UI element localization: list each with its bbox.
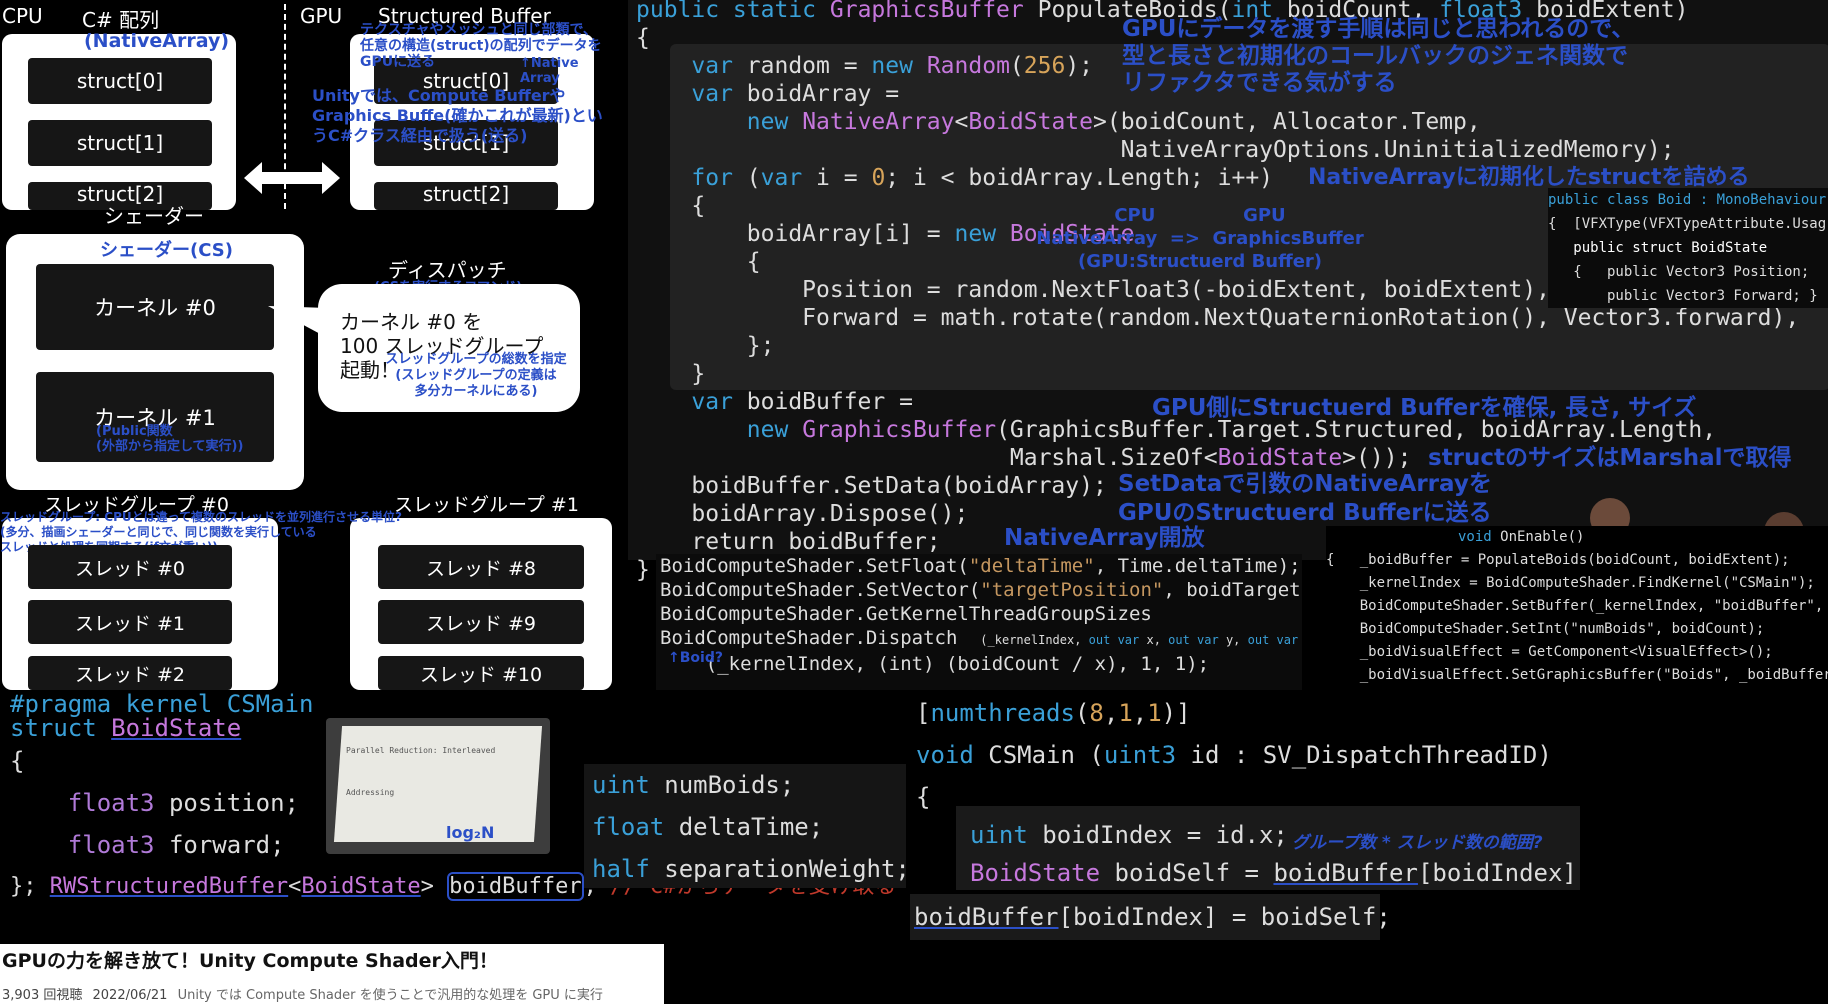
video-info: GPUの力を解き放て！Unity Compute Shader入門！ 3,903… <box>0 944 664 1004</box>
boid-class-line-0: public class Boid : MonoBehaviour <box>1548 192 1827 208</box>
dispatch-line-4: (_kernelIndex, (int) (boidCount / x), 1,… <box>660 653 1210 675</box>
dispatch-line-2: BoidComputeShader.GetKernelThreadGroupSi… <box>660 603 1152 625</box>
photo-title: Parallel Reduction: Interleaved Addressi… <box>346 746 496 797</box>
thread-right-1: スレッド #9 <box>378 600 584 644</box>
video-views: 3,903 回視聴 <box>2 988 83 1003</box>
boid-class-line-1: { [VFXType(VFXTypeAttribute.Usag <box>1548 216 1827 232</box>
onenable-line-1: { _boidBuffer = PopulateBoids(boidCount,… <box>1326 552 1790 568</box>
shader-label: シェーダー <box>104 204 204 228</box>
csmain-line-5: boidBuffer[boidIndex] = boidSelf; <box>914 903 1391 931</box>
code-boid-class: public class Boid : MonoBehaviour { [VFX… <box>1548 188 1828 308</box>
boid-class-line-4: public Vector3 Forward; } <box>1548 288 1818 304</box>
dispatch-line-3: BoidComputeShader.Dispatch (_kernelIndex… <box>660 627 1299 649</box>
note-boid: ↑Boid? <box>668 650 723 666</box>
code-dispatch: BoidComputeShader.SetFloat("deltaTime", … <box>656 554 1302 690</box>
code-onenable: void OnEnable() { _boidBuffer = Populate… <box>1326 526 1828 692</box>
thread-left-0: スレッド #0 <box>28 545 232 589</box>
struct-left-1: struct[1] <box>28 120 212 166</box>
code-line-5: NativeArrayOptions.UninitializedMemory); <box>636 137 1675 163</box>
boid-class-line-3: { public Vector3 Position; <box>1548 264 1810 280</box>
slide-diagram: CPU C# 配列 GPU Structured Buffer (NativeA… <box>0 0 628 690</box>
kernel-0: カーネル #0 <box>36 264 274 350</box>
code-line-11: Forward = math.rotate(random.NextQuatern… <box>636 305 1800 331</box>
note-shader-cs: シェーダー(CS) <box>100 240 233 261</box>
code-uniforms: uint numBoids; float deltaTime; half sep… <box>584 764 906 888</box>
code-line-13: } <box>636 361 706 387</box>
onenable-line-3: BoidComputeShader.SetBuffer(_kernelIndex… <box>1326 598 1824 614</box>
video-description: Unity では Compute Shader を使うことで汎用的な処理を GP… <box>177 988 603 1003</box>
threadgroup-1-label: スレッドグループ #1 <box>394 494 579 516</box>
note-nativearray: (NativeArray) <box>84 30 230 52</box>
code-csmain: [numthreads(8,1,1)] void CSMain (uint3 i… <box>910 692 1580 944</box>
note-log: log₂N <box>446 823 495 842</box>
csmain-line-0: [numthreads(8,1,1)] <box>916 699 1191 727</box>
note-setdata: SetDataで引数のNativeArrayを GPUのStructuerd B… <box>1118 471 1492 526</box>
note-range: グループ数 * スレッド数の範囲? <box>1292 833 1543 853</box>
struct-right-2: struct[2] <box>374 182 558 210</box>
note-unity: Unityでは、Compute Bufferや Graphics Buffe(確… <box>312 86 603 145</box>
onenable-line-2: _kernelIndex = BoidComputeShader.FindKer… <box>1326 575 1815 591</box>
onenable-line-5: _boidVisualEffect = GetComponent<VisualE… <box>1326 644 1773 660</box>
note-cpu-gpu: CPU GPU NativeArray => GraphicsBuffer (G… <box>1036 205 1364 272</box>
uniform-line-0: uint numBoids; <box>592 771 795 799</box>
slide-photo: Parallel Reduction: Interleaved Addressi… <box>326 718 550 854</box>
uniform-line-1: float deltaTime; <box>592 813 824 841</box>
note-gpu-side: GPU側にStructuerd Bufferを確保, 長さ, サイズ <box>1152 395 1697 421</box>
note-marshal: structのサイズはMarshalで取得 <box>1428 444 1792 472</box>
note-kernel1: (Public関数 (外部から指定して実行)) <box>96 424 244 454</box>
header-gpu: GPU <box>300 4 343 28</box>
note-dispose: NativeArray開放 <box>1004 525 1205 551</box>
onenable-line-0: void OnEnable() <box>1458 529 1585 545</box>
thread-right-2: スレッド #10 <box>378 656 584 690</box>
thread-left-2: スレッド #2 <box>28 656 232 690</box>
uniform-line-2: half separationWeight; <box>592 855 906 883</box>
header-cpu: CPU <box>2 4 43 28</box>
video-date: 2022/06/21 <box>92 988 168 1003</box>
note-refactor: GPUにデータを渡す手順は同じと思われるので、 型と長さと初期化のコールバックの… <box>1122 16 1635 96</box>
thread-right-0: スレッド #8 <box>378 545 584 589</box>
hlsl-line-0: #pragma kernel CSMain <box>10 692 314 718</box>
thread-left-1: スレッド #1 <box>28 600 232 644</box>
header-csharp-array: C# 配列 <box>82 8 160 32</box>
code-hlsl: #pragma kernel CSMain struct BoidState {… <box>0 692 910 922</box>
code-line-12: }; <box>636 333 775 359</box>
dispatch-line-1: BoidComputeShader.SetVector("targetPosit… <box>660 579 1301 601</box>
bubble-tail <box>268 300 328 340</box>
onenable-line-4: BoidComputeShader.SetInt("numBoids", boi… <box>1326 621 1765 637</box>
double-arrow-icon <box>244 160 340 196</box>
note-native-array-small: ↑Native Array <box>520 56 579 86</box>
dispatch-line-0: BoidComputeShader.SetFloat("deltaTime", … <box>660 555 1301 577</box>
boid-class-line-2: public struct BoidState <box>1548 240 1768 256</box>
onenable-line-6: _boidVisualEffect.SetGraphicsBuffer("Boi… <box>1326 667 1828 683</box>
csmain-line-3: uint boidIndex = id.x; <box>970 821 1288 849</box>
csmain-line-1: void CSMain (uint3 id : SV_DispatchThrea… <box>916 741 1552 769</box>
note-dispatch-bubble: スレッドグループの総数を指定 (スレッドグループの定義は 多分カーネルにある) <box>385 352 567 399</box>
code-line-4: new NativeArray<BoidState>(boidCount, Al… <box>746 109 1481 135</box>
video-title[interactable]: GPUの力を解き放て！Unity Compute Shader入門！ <box>2 946 498 973</box>
struct-left-0: struct[0] <box>28 58 212 104</box>
